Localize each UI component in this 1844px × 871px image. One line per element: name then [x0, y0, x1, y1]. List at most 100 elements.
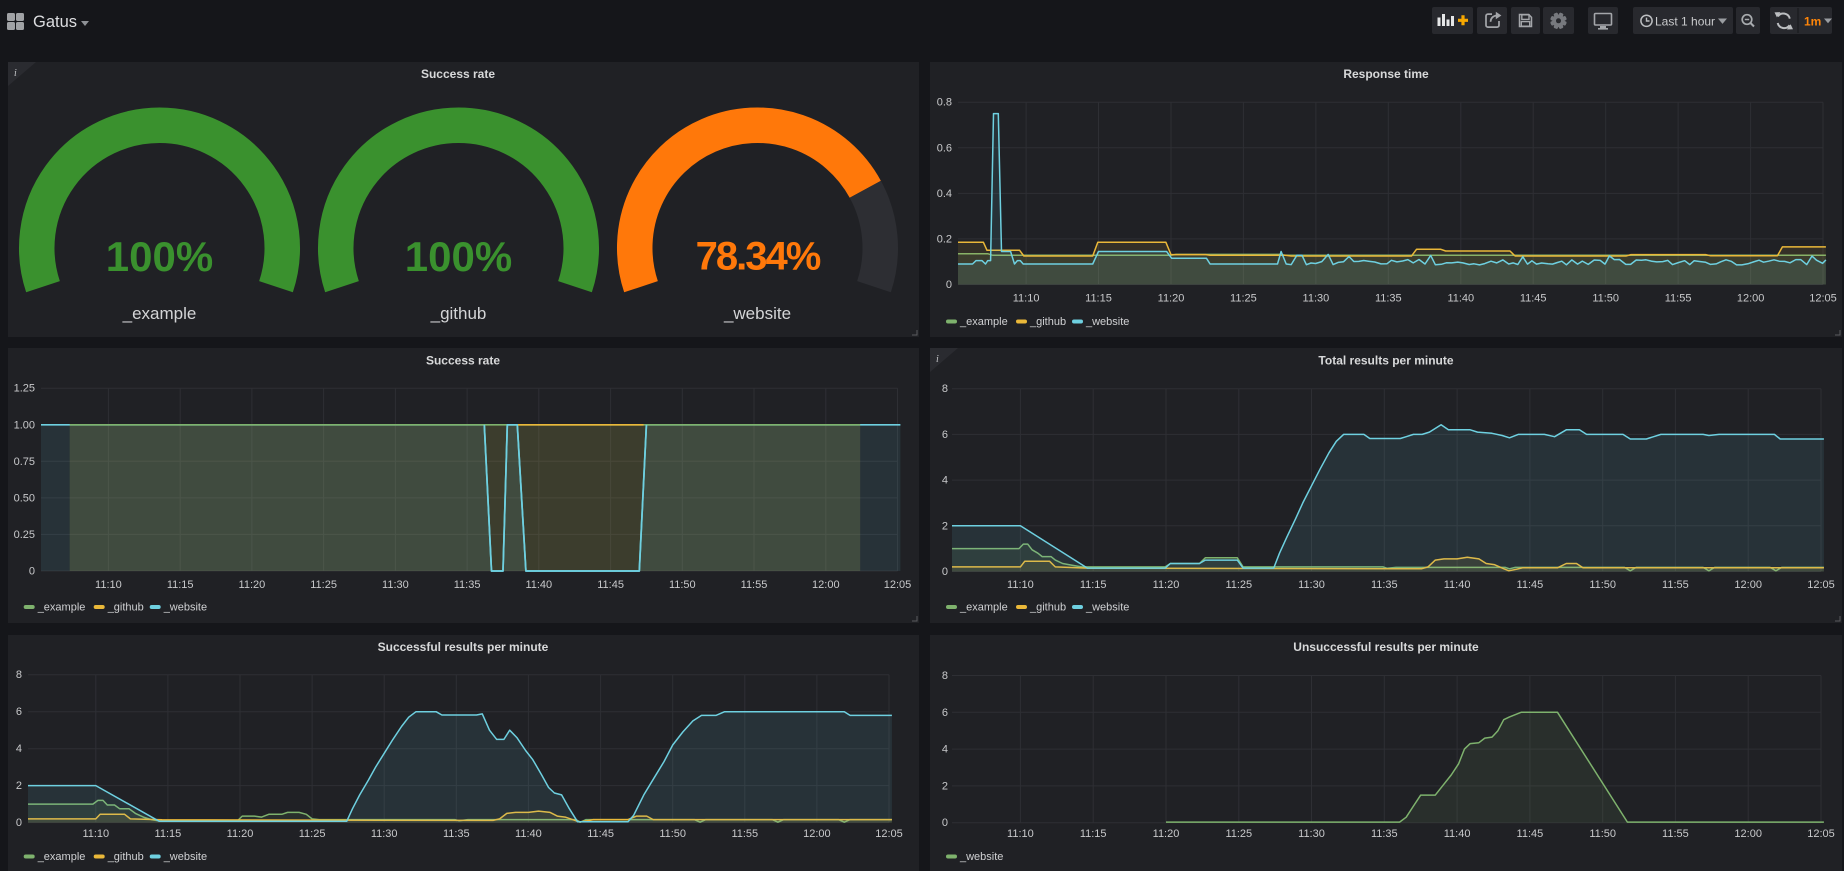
svg-text:11:40: 11:40 — [525, 579, 552, 591]
svg-text:0: 0 — [29, 566, 35, 578]
svg-text:i: i — [14, 68, 17, 79]
svg-text:0.8: 0.8 — [937, 97, 952, 109]
svg-text:11:25: 11:25 — [299, 828, 326, 840]
svg-text:_website: _website — [1085, 602, 1129, 614]
svg-text:11:35: 11:35 — [1371, 828, 1398, 840]
svg-text:12:00: 12:00 — [812, 579, 840, 591]
svg-text:i: i — [936, 354, 939, 365]
svg-text:_website: _website — [1085, 316, 1129, 328]
svg-text:_website: _website — [959, 851, 1003, 863]
svg-text:11:50: 11:50 — [1589, 828, 1616, 840]
svg-text:1.25: 1.25 — [14, 383, 35, 395]
svg-text:11:45: 11:45 — [597, 579, 624, 591]
svg-text:11:35: 11:35 — [1375, 293, 1402, 305]
svg-text:11:20: 11:20 — [239, 579, 266, 591]
svg-text:11:40: 11:40 — [1447, 293, 1474, 305]
svg-text:11:20: 11:20 — [1153, 579, 1180, 591]
svg-text:11:30: 11:30 — [1298, 579, 1325, 591]
svg-text:Total results per minute: Total results per minute — [1318, 354, 1453, 368]
svg-text:11:20: 11:20 — [1158, 293, 1185, 305]
svg-text:11:50: 11:50 — [669, 579, 696, 591]
svg-text:0.50: 0.50 — [14, 492, 35, 504]
svg-text:12:05: 12:05 — [1807, 579, 1835, 591]
svg-text:12:00: 12:00 — [1734, 579, 1762, 591]
svg-text:11:45: 11:45 — [1520, 293, 1547, 305]
svg-text:0.75: 0.75 — [14, 456, 35, 468]
svg-text:Success rate: Success rate — [426, 354, 500, 368]
svg-text:100%: 100% — [405, 233, 512, 280]
svg-text:_example: _example — [959, 602, 1008, 614]
svg-text:11:15: 11:15 — [155, 828, 182, 840]
svg-text:Success rate: Success rate — [421, 67, 495, 81]
svg-text:2: 2 — [942, 780, 948, 792]
svg-text:12:05: 12:05 — [1807, 828, 1835, 840]
svg-text:11:10: 11:10 — [82, 828, 109, 840]
svg-text:12:05: 12:05 — [1809, 293, 1837, 305]
svg-text:11:30: 11:30 — [1298, 828, 1325, 840]
svg-text:8: 8 — [942, 383, 948, 395]
svg-text:8: 8 — [16, 669, 22, 681]
svg-text:11:20: 11:20 — [1153, 828, 1180, 840]
svg-text:0.2: 0.2 — [937, 233, 952, 245]
svg-text:11:50: 11:50 — [1592, 293, 1619, 305]
svg-text:11:55: 11:55 — [741, 579, 768, 591]
svg-text:12:00: 12:00 — [803, 828, 831, 840]
svg-text:Unsuccessful results per minut: Unsuccessful results per minute — [1293, 640, 1479, 654]
svg-text:2: 2 — [942, 520, 948, 532]
svg-text:4: 4 — [942, 475, 948, 487]
svg-text:_github: _github — [107, 851, 144, 863]
svg-text:_github: _github — [1029, 602, 1066, 614]
svg-text:12:00: 12:00 — [1734, 828, 1762, 840]
svg-text:0.4: 0.4 — [937, 188, 952, 200]
svg-text:_github: _github — [430, 304, 487, 323]
svg-text:2: 2 — [16, 780, 22, 792]
svg-text:11:10: 11:10 — [95, 579, 122, 591]
svg-text:Response time: Response time — [1343, 67, 1429, 81]
svg-text:8: 8 — [942, 670, 948, 682]
svg-text:Last 1 hour: Last 1 hour — [1655, 15, 1715, 29]
svg-text:12:05: 12:05 — [875, 828, 903, 840]
svg-text:11:20: 11:20 — [227, 828, 254, 840]
svg-text:_github: _github — [107, 602, 144, 614]
svg-text:_example: _example — [959, 316, 1008, 328]
svg-text:_website: _website — [723, 304, 791, 323]
svg-text:6: 6 — [16, 706, 22, 718]
svg-text:0.6: 0.6 — [937, 142, 952, 154]
svg-text:11:55: 11:55 — [1662, 828, 1689, 840]
svg-text:11:35: 11:35 — [454, 579, 481, 591]
svg-text:11:25: 11:25 — [1225, 579, 1252, 591]
svg-text:11:15: 11:15 — [1080, 828, 1107, 840]
svg-text:11:35: 11:35 — [1371, 579, 1398, 591]
svg-text:1.00: 1.00 — [14, 419, 35, 431]
svg-text:11:55: 11:55 — [731, 828, 758, 840]
svg-text:11:55: 11:55 — [1665, 293, 1692, 305]
svg-text:_example: _example — [37, 851, 86, 863]
svg-text:11:25: 11:25 — [1230, 293, 1257, 305]
svg-text:0: 0 — [16, 817, 22, 829]
svg-text:0: 0 — [946, 279, 952, 291]
svg-text:100%: 100% — [106, 233, 213, 280]
svg-text:11:55: 11:55 — [1662, 579, 1689, 591]
svg-text:11:50: 11:50 — [659, 828, 686, 840]
svg-text:_website: _website — [163, 851, 207, 863]
svg-text:11:30: 11:30 — [382, 579, 409, 591]
svg-text:11:10: 11:10 — [1007, 579, 1034, 591]
svg-text:11:30: 11:30 — [1303, 293, 1330, 305]
svg-text:11:45: 11:45 — [1517, 579, 1544, 591]
svg-text:1m: 1m — [1804, 15, 1821, 29]
svg-text:_website: _website — [163, 602, 207, 614]
svg-text:Successful results per minute: Successful results per minute — [378, 640, 549, 654]
svg-text:11:40: 11:40 — [515, 828, 542, 840]
svg-text:12:05: 12:05 — [884, 579, 912, 591]
svg-text:12:00: 12:00 — [1737, 293, 1765, 305]
svg-text:11:10: 11:10 — [1007, 828, 1034, 840]
svg-text:0: 0 — [942, 817, 948, 829]
svg-text:0.25: 0.25 — [14, 529, 35, 541]
svg-text:11:30: 11:30 — [371, 828, 398, 840]
svg-text:11:35: 11:35 — [443, 828, 470, 840]
svg-text:0: 0 — [942, 566, 948, 578]
svg-text:11:40: 11:40 — [1444, 828, 1471, 840]
svg-text:11:15: 11:15 — [1085, 293, 1112, 305]
svg-text:11:40: 11:40 — [1444, 579, 1471, 591]
svg-text:6: 6 — [942, 429, 948, 441]
